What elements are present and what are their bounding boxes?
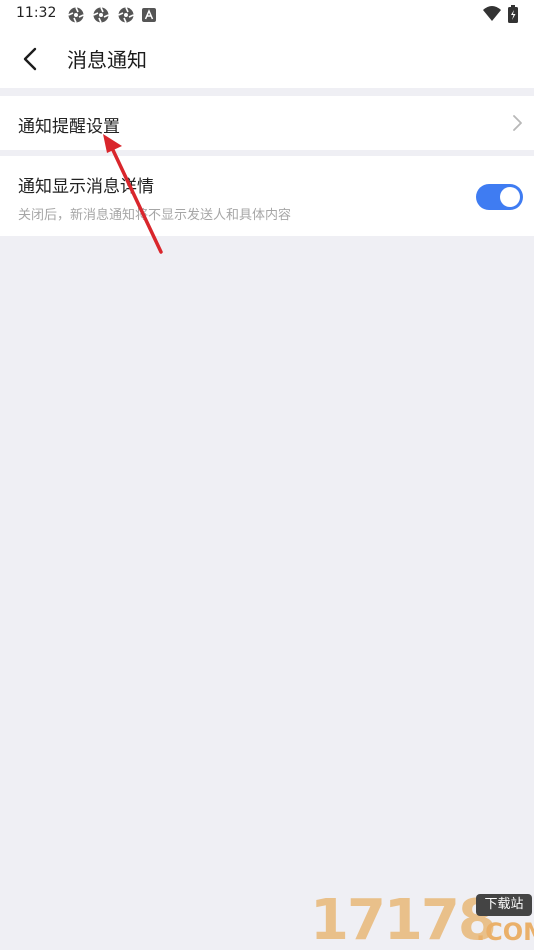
notification-reminder-settings-row[interactable]: 通知提醒设置 xyxy=(0,96,534,150)
status-bar: 11:32 xyxy=(0,0,534,28)
show-message-details-description: 关闭后，新消息通知将不显示发送人和具体内容 xyxy=(18,208,292,223)
notification-icon xyxy=(68,7,84,23)
show-message-details-label: 通知显示消息详情 xyxy=(18,177,154,197)
watermark-domain: .COM xyxy=(476,918,534,946)
battery-icon xyxy=(508,5,518,23)
watermark-number: 17178 xyxy=(310,888,497,950)
show-message-details-toggle[interactable] xyxy=(476,184,523,210)
nav-bar: 消息通知 xyxy=(0,34,534,82)
status-time: 11:32 xyxy=(16,5,57,21)
notification-icon xyxy=(118,7,134,23)
page-title: 消息通知 xyxy=(67,48,147,72)
header: 11:32 消息通知 xyxy=(0,0,534,88)
back-arrow-icon[interactable] xyxy=(14,42,48,76)
chevron-right-icon xyxy=(513,115,522,131)
a-icon xyxy=(142,8,156,22)
watermark: 17178 下载站 .COM xyxy=(310,888,534,950)
notification-reminder-settings-label: 通知提醒设置 xyxy=(18,117,120,137)
watermark-badge: 下载站 xyxy=(476,894,532,916)
show-message-details-row: 通知显示消息详情 关闭后，新消息通知将不显示发送人和具体内容 xyxy=(0,156,534,236)
notification-icon xyxy=(93,7,109,23)
toggle-knob xyxy=(500,187,520,207)
wifi-icon xyxy=(483,6,501,21)
